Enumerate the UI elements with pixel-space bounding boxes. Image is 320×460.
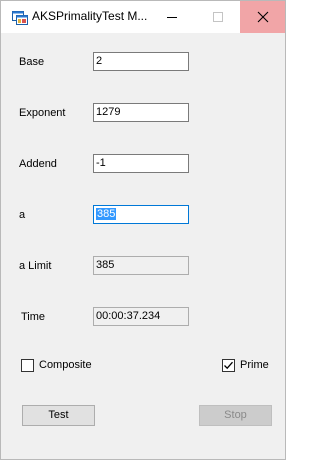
addend-input[interactable]: -1 [93, 154, 189, 173]
time-field: 00:00:37.234 [93, 307, 189, 326]
a-label: a [19, 209, 26, 221]
test-button[interactable]: Test [22, 405, 95, 426]
prime-label[interactable]: Prime [240, 359, 269, 371]
a-input-selected-text: 385 [96, 208, 117, 220]
exponent-input[interactable]: 1279 [93, 103, 189, 122]
close-icon [257, 11, 268, 23]
maximize-icon [212, 12, 223, 22]
close-button[interactable] [240, 1, 285, 33]
addend-label: Addend [19, 158, 57, 170]
base-input[interactable]: 2 [93, 52, 189, 71]
composite-label[interactable]: Composite [39, 359, 92, 371]
minimize-icon [166, 17, 177, 18]
time-label: Time [21, 311, 46, 323]
form-body: Base 2 Exponent 1279 Addend -1 a 385 a L… [1, 33, 285, 459]
prime-checkbox[interactable] [222, 359, 235, 372]
window-title: AKSPrimalityTest M... [32, 9, 148, 23]
base-label: Base [19, 56, 45, 68]
title-bar[interactable]: AKSPrimalityTest M... [1, 1, 285, 33]
composite-checkbox[interactable] [21, 359, 34, 372]
exponent-label: Exponent [19, 107, 66, 119]
a-limit-field: 385 [93, 256, 189, 275]
a-input[interactable]: 385 [93, 205, 189, 224]
checkmark-icon [224, 361, 233, 370]
app-icon [12, 10, 28, 26]
minimize-button[interactable] [149, 1, 194, 33]
a-limit-label: a Limit [19, 260, 52, 272]
app-window: AKSPrimalityTest M... Base 2 Exponent 12… [0, 0, 286, 460]
maximize-button[interactable] [195, 1, 240, 33]
stop-button[interactable]: Stop [199, 405, 272, 426]
